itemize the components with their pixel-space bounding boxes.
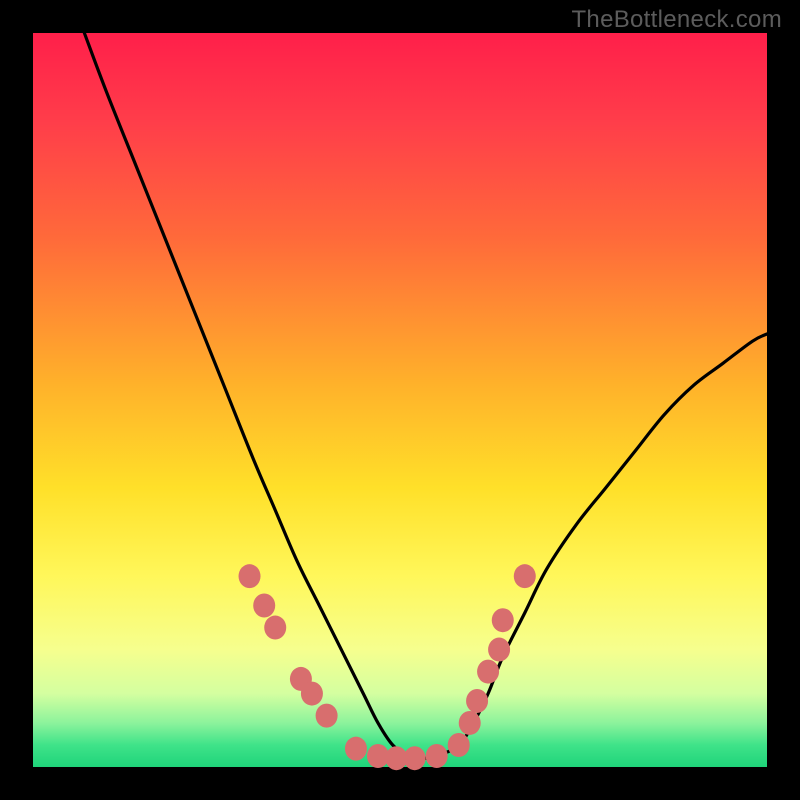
- marker-dot: [316, 704, 338, 728]
- marker-dot: [459, 711, 481, 735]
- marker-dot: [466, 689, 488, 713]
- marker-dot: [477, 660, 499, 684]
- marker-dot: [264, 616, 286, 640]
- marker-dot: [301, 682, 323, 706]
- marker-dot: [492, 608, 514, 632]
- marker-dot: [404, 746, 426, 770]
- curve-svg: [33, 33, 767, 767]
- bottleneck-curve: [84, 33, 767, 758]
- marker-dot: [488, 638, 510, 662]
- marker-dot: [426, 744, 448, 768]
- plot-area: [33, 33, 767, 767]
- chart-frame: TheBottleneck.com: [0, 0, 800, 800]
- marker-dot: [345, 737, 367, 761]
- marker-dot: [239, 564, 261, 588]
- marker-dot: [448, 733, 470, 757]
- marker-dot: [253, 594, 275, 618]
- marker-dot: [514, 564, 536, 588]
- attribution-label: TheBottleneck.com: [571, 6, 782, 34]
